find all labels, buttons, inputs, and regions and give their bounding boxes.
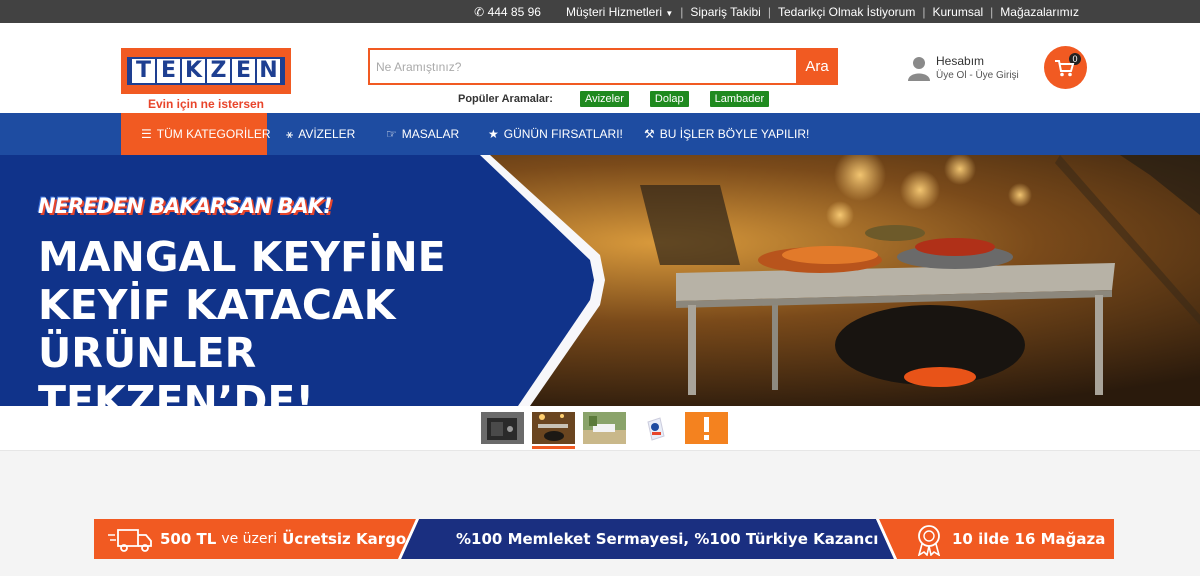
site-header: T E K Z E N Evin için ne istersen Ara Po… <box>0 23 1200 113</box>
store-count-banner[interactable]: 10 ilde 16 Mağaza <box>952 519 1105 559</box>
popular-tag-dolap[interactable]: Dolap <box>649 91 689 107</box>
hero-tagline: NEREDEN BAKARSAN BAK! <box>38 194 332 218</box>
caret-down-icon: ▼ <box>665 8 674 18</box>
hamburger-icon: ☰ <box>141 127 152 141</box>
logo-slogan: Evin için ne istersen <box>147 97 265 111</box>
tools-icon: ⚒ <box>644 127 655 141</box>
star-icon: ★ <box>488 127 499 141</box>
hero-banner[interactable]: NEREDEN BAKARSAN BAK! MANGAL KEYFİNE KEY… <box>0 155 1200 406</box>
exclamation-thumbnail <box>685 412 728 444</box>
account-subtitle: Üye Ol - Üye Girişi <box>936 70 1019 81</box>
benefits-strip: 500 TL ve üzeri Ücretsiz Kargo %100 Meml… <box>94 519 1114 559</box>
chandelier-icon: ⚹ <box>286 127 294 141</box>
logo-wordmark: T E K Z E N <box>127 57 285 85</box>
grill-thumbnail <box>532 412 575 444</box>
slider-thumb-2[interactable] <box>532 412 575 449</box>
popular-tag-avizeler[interactable]: Avizeler <box>579 91 629 107</box>
slider-thumb-4[interactable] <box>634 412 677 444</box>
award-badge-icon <box>917 525 941 556</box>
phone-icon: ✆ <box>474 4 485 19</box>
all-categories-menu[interactable]: ☰ TÜM KATEGORİLER <box>121 113 271 155</box>
hero-headline: MANGAL KEYFİNE KEYİF KATACAK ÜRÜNLER TEK… <box>38 233 446 406</box>
slider-thumb-3[interactable] <box>583 412 626 444</box>
popular-searches-label: Popüler Aramalar: <box>458 93 553 105</box>
top-bar: ✆ 444 85 96 Müşteri Hizmetleri ▼ | Sipar… <box>0 0 1200 23</box>
become-supplier-link[interactable]: Tedarikçi Olmak İstiyorum <box>771 5 922 19</box>
account-menu[interactable]: Hesabım Üye Ol - Üye Girişi <box>908 53 1023 85</box>
cart-button[interactable]: 0 <box>1044 46 1087 89</box>
search-bar: Ara <box>368 48 838 85</box>
order-tracking-link[interactable]: Sipariş Takibi <box>683 5 767 19</box>
pointer-hand-icon: ☞ <box>386 127 397 141</box>
phone-number[interactable]: ✆ 444 85 96 <box>467 5 559 19</box>
delivery-truck-icon <box>108 529 152 552</box>
bottle-thumbnail <box>634 412 677 444</box>
user-icon <box>908 57 930 81</box>
popular-searches: Popüler Aramalar: Avizeler Dolap Lambade… <box>458 90 790 108</box>
nav-item-masalar[interactable]: ☞ MASALAR <box>386 113 459 155</box>
account-title: Hesabım <box>936 54 985 68</box>
shopping-cart-icon <box>1055 60 1075 77</box>
nav-item-how-to[interactable]: ⚒ BU İŞLER BÖYLE YAPILIR! <box>644 113 809 155</box>
stores-link[interactable]: Mağazalarımız <box>993 5 1086 19</box>
free-shipping-banner[interactable]: 500 TL ve üzeri Ücretsiz Kargo <box>160 519 406 559</box>
slider-thumbnails <box>0 406 1200 451</box>
search-input[interactable] <box>368 48 796 85</box>
garden-thumbnail <box>583 412 626 444</box>
nav-item-avizeler[interactable]: ⚹ AVİZELER <box>286 113 355 155</box>
search-button[interactable]: Ara <box>796 48 838 85</box>
customer-service-dropdown[interactable]: Müşteri Hizmetleri ▼ <box>559 5 680 19</box>
national-capital-banner: %100 Memleket Sermayesi, %100 Türkiye Ka… <box>456 530 879 548</box>
nav-item-daily-deals[interactable]: ★ GÜNÜN FIRSATLARI! <box>488 113 623 155</box>
popular-tag-lambader[interactable]: Lambader <box>709 91 770 107</box>
slider-thumb-5[interactable] <box>685 412 728 444</box>
main-navigation: ☰ TÜM KATEGORİLER ⚹ AVİZELER ☞ MASALAR ★ GÜN… <box>0 113 1200 155</box>
corporate-link[interactable]: Kurumsal <box>925 5 990 19</box>
slider-thumb-1[interactable] <box>481 412 524 444</box>
safe-thumbnail <box>481 412 524 444</box>
logo-box: T E K Z E N <box>121 48 291 94</box>
